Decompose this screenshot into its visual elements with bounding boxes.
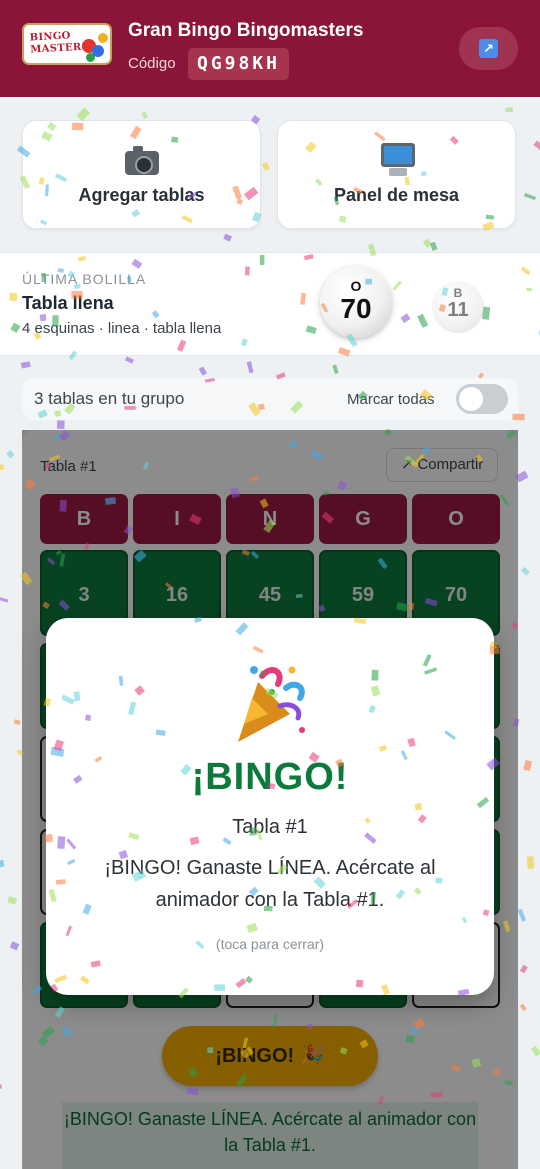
previous-ball-number: 11 [447, 299, 469, 321]
pattern-list: 4 esquinas · linea · tabla llena [22, 320, 222, 337]
confetti-piece [533, 140, 540, 152]
table-panel-label: Panel de mesa [333, 185, 460, 205]
modal-table-name: Tabla #1 [232, 816, 308, 838]
current-pattern: Tabla llena [22, 293, 114, 313]
group-bar: 3 tablas en tu grupo Marcar todas [22, 378, 518, 420]
confetti-piece [332, 364, 339, 374]
logo-ball [98, 33, 108, 43]
confetti-piece [261, 162, 270, 171]
room-code[interactable]: QG98KH [188, 48, 290, 80]
confetti-piece [56, 420, 65, 429]
table-panel-button[interactable]: Panel de mesa [277, 120, 516, 229]
code-label: Código [128, 55, 176, 72]
confetti-piece [422, 238, 432, 248]
add-tables-button[interactable]: Agregar tablas [22, 120, 261, 229]
app-title: Gran Bingo Bingomasters [128, 20, 364, 41]
confetti-piece [505, 107, 514, 113]
confetti-piece [523, 192, 537, 201]
logo-ball [86, 53, 95, 62]
confetti-piece [20, 361, 31, 369]
app-logo: BINGO MASTERS [22, 23, 112, 65]
open-external-button[interactable]: ↗ [459, 27, 518, 70]
group-count: 3 tablas en tu grupo [34, 389, 185, 408]
modal-message: ¡BINGO! Ganaste LÍNEA. Acércate al anima… [104, 857, 436, 911]
add-tables-label: Agregar tablas [78, 185, 205, 205]
previous-ball-letter: B [453, 286, 463, 300]
confetti-piece [124, 356, 134, 364]
logo-text-bingo: BINGO [29, 30, 71, 44]
logo-text-masters: MASTERS [30, 41, 90, 56]
current-ball-number: 70 [340, 293, 372, 324]
computer-icon [381, 143, 415, 176]
page-gutter [0, 430, 22, 1169]
last-ball-kicker: ÚLTIMA BOLILLA [22, 271, 147, 287]
party-popper-icon [238, 666, 305, 742]
modal-title: ¡BINGO! [191, 756, 349, 798]
previous-ball: B 11 [432, 281, 484, 333]
external-link-icon: ↗ [479, 39, 498, 58]
mark-all-toggle[interactable] [456, 384, 508, 414]
current-ball-letter: O [350, 278, 362, 294]
confetti-piece [223, 233, 233, 242]
bingo-modal[interactable]: ¡BINGO! Tabla #1 ¡BINGO! Ganaste LÍNEA. … [46, 618, 494, 995]
page-gutter [518, 430, 540, 1169]
confetti-piece [429, 241, 438, 251]
confetti-piece [198, 366, 207, 376]
confetti-piece [246, 361, 254, 374]
camera-icon [125, 146, 159, 175]
modal-dismiss-hint: (toca para cerrar) [215, 936, 325, 952]
mark-all-label: Marcar todas [347, 391, 435, 408]
confetti-piece [141, 111, 148, 119]
app-header: BINGO MASTERS Gran Bingo Bingomasters Cód… [0, 0, 540, 97]
current-ball: O 70 [320, 266, 392, 338]
